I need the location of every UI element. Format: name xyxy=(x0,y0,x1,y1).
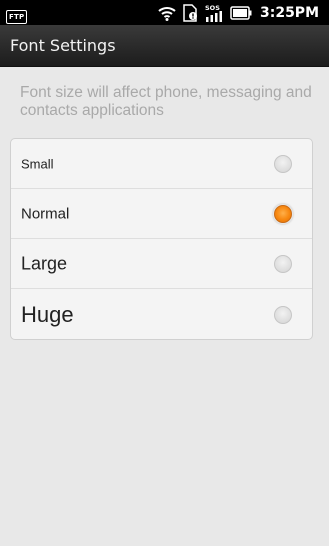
wifi-icon xyxy=(158,5,176,21)
battery-icon xyxy=(230,6,252,20)
svg-text:SOS: SOS xyxy=(205,4,220,12)
option-label: Small xyxy=(21,156,54,171)
option-label: Huge xyxy=(21,301,74,327)
ftp-icon: FTP xyxy=(6,10,28,24)
option-small[interactable]: Small xyxy=(11,139,312,189)
option-normal[interactable]: Normal xyxy=(11,189,312,239)
status-right: SOS 3:25PM xyxy=(158,2,319,24)
clock: 3:25PM xyxy=(259,5,319,21)
title-bar: Font Settings xyxy=(0,25,329,67)
page-title: Font Settings xyxy=(10,36,116,55)
download-notification-icon xyxy=(182,4,198,22)
option-label: Large xyxy=(21,253,68,273)
radio-button[interactable] xyxy=(274,154,292,173)
status-left: FTP xyxy=(6,4,28,24)
radio-button[interactable] xyxy=(274,305,292,324)
font-size-description: Font size will affect phone, messaging a… xyxy=(20,84,312,119)
font-size-options: Small Normal Large Huge xyxy=(10,138,313,340)
status-bar: FTP SOS 3:25PM xyxy=(0,0,329,25)
option-huge[interactable]: Huge xyxy=(11,289,312,339)
option-label: Normal xyxy=(21,205,70,222)
option-large[interactable]: Large xyxy=(11,239,312,289)
radio-button-selected[interactable] xyxy=(274,204,292,223)
signal-sos-icon: SOS xyxy=(204,3,224,23)
radio-button[interactable] xyxy=(274,254,292,273)
